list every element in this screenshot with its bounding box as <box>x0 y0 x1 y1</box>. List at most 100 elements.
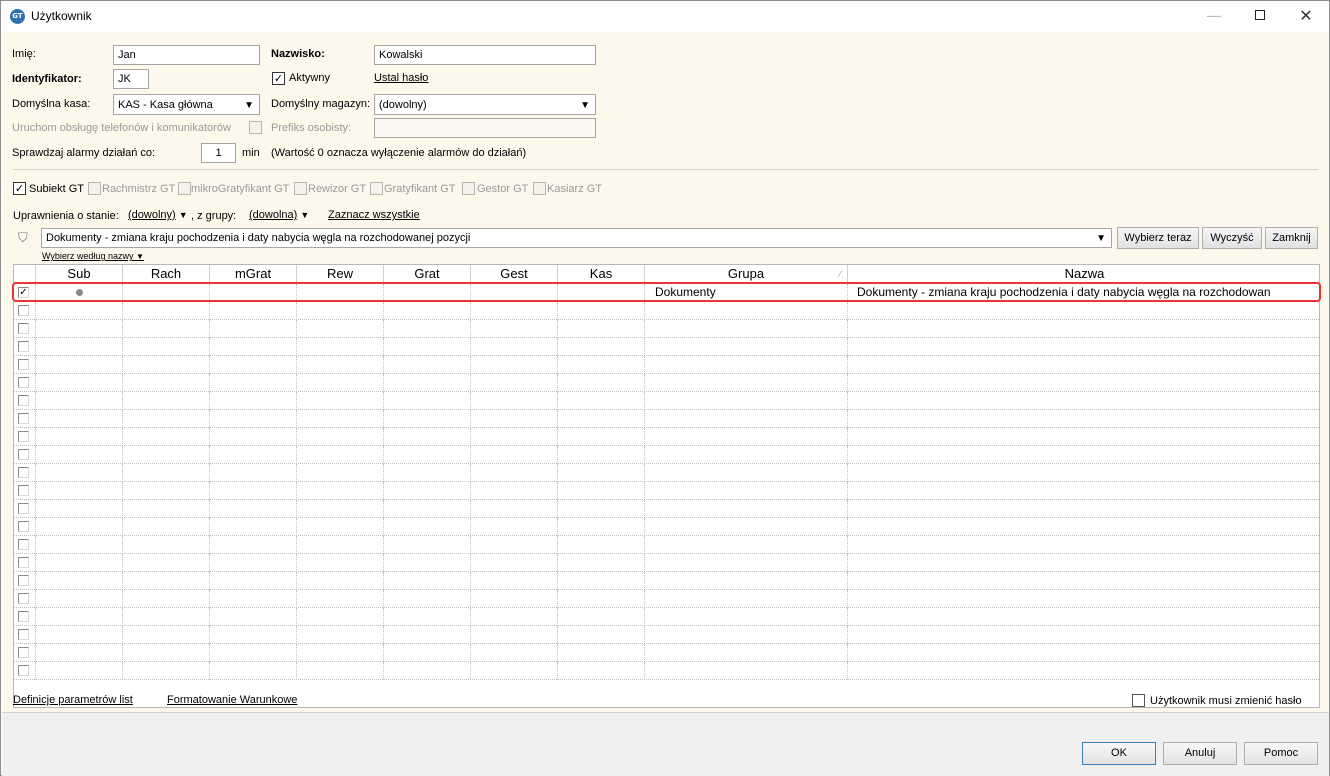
select-by-name-dropdown[interactable]: Wybierz według nazwy ▼ <box>42 251 144 261</box>
help-button[interactable]: Pomoc <box>1244 742 1318 765</box>
group-dropdown[interactable]: (dowolna) ▼ <box>249 209 309 221</box>
active-label: Aktywny <box>289 72 330 84</box>
permission-filter-combo[interactable]: Dokumenty - zmiana kraju pochodzenia i d… <box>41 228 1112 248</box>
active-checkbox[interactable]: ✓ <box>272 72 285 85</box>
row-checkbox[interactable] <box>18 467 29 478</box>
row-checkbox[interactable] <box>18 521 29 532</box>
close-window-button[interactable]: ✕ <box>1283 1 1329 32</box>
module-checkbox-gratyfikant[interactable] <box>370 182 383 195</box>
table-row[interactable] <box>14 410 1319 428</box>
list-params-link[interactable]: Definicje parametrów list <box>13 694 133 706</box>
table-row[interactable] <box>14 446 1319 464</box>
table-row[interactable] <box>14 374 1319 392</box>
table-row[interactable] <box>14 518 1319 536</box>
select-all-link[interactable]: Zaznacz wszystkie <box>328 209 420 221</box>
alarm-interval-input[interactable]: 1 <box>201 143 236 163</box>
column-header-mgrat[interactable]: mGrat <box>210 265 297 283</box>
table-cell <box>297 626 384 644</box>
column-header-rew[interactable]: Rew <box>297 265 384 283</box>
row-checkbox[interactable] <box>18 449 29 460</box>
default-cash-select[interactable]: KAS - Kasa główna ▼ <box>113 94 260 115</box>
row-checkbox[interactable] <box>18 377 29 388</box>
column-header-grupa[interactable]: Grupa ⁄ <box>645 265 848 283</box>
row-checkbox[interactable] <box>18 323 29 334</box>
row-checkbox[interactable] <box>18 611 29 622</box>
row-checkbox[interactable] <box>18 413 29 424</box>
module-checkbox-mikrogratyfikant[interactable] <box>178 182 191 195</box>
table-cell <box>36 518 123 536</box>
must-change-password-checkbox[interactable] <box>1132 694 1145 707</box>
column-header-grat[interactable]: Grat <box>384 265 471 283</box>
column-header-nazwa[interactable]: Nazwa <box>848 265 1319 283</box>
default-warehouse-select[interactable]: (dowolny) ▼ <box>374 94 596 115</box>
column-header-rach[interactable]: Rach <box>123 265 210 283</box>
minimize-button[interactable]: — <box>1191 1 1237 32</box>
module-checkbox-rewizor[interactable] <box>294 182 307 195</box>
table-cell <box>36 392 123 410</box>
column-header-kas[interactable]: Kas <box>558 265 645 283</box>
table-cell <box>384 554 471 572</box>
table-cell <box>384 392 471 410</box>
conditional-format-link[interactable]: Formatowanie Warunkowe <box>167 694 297 706</box>
table-row[interactable] <box>14 500 1319 518</box>
row-checkbox[interactable] <box>18 359 29 370</box>
table-row[interactable] <box>14 392 1319 410</box>
table-cell <box>297 518 384 536</box>
identifier-input[interactable]: JK <box>113 69 149 89</box>
table-cell <box>558 338 645 356</box>
clear-button[interactable]: Wyczyść <box>1202 227 1262 249</box>
maximize-button[interactable] <box>1237 1 1283 32</box>
row-checkbox[interactable] <box>18 539 29 550</box>
close-filter-button[interactable]: Zamknij <box>1265 227 1318 249</box>
table-row[interactable] <box>14 482 1319 500</box>
row-checkbox[interactable] <box>18 485 29 496</box>
table-row[interactable] <box>14 572 1319 590</box>
last-name-input[interactable]: Kowalski <box>374 45 596 65</box>
personal-prefix-input[interactable] <box>374 118 596 138</box>
row-checkbox[interactable] <box>18 305 29 316</box>
column-header-sub[interactable]: Sub <box>36 265 123 283</box>
column-header-gest[interactable]: Gest <box>471 265 558 283</box>
permission-state-dropdown[interactable]: (dowolny) ▼ <box>128 209 188 221</box>
header-check[interactable] <box>14 265 36 283</box>
table-row[interactable] <box>14 320 1319 338</box>
title-bar[interactable]: GT Użytkownik — ✕ <box>1 1 1329 32</box>
row-checkbox[interactable] <box>18 593 29 604</box>
module-checkbox-kasiarz[interactable] <box>533 182 546 195</box>
table-cell <box>123 302 210 320</box>
module-checkbox-rachmistrz[interactable] <box>88 182 101 195</box>
table-row[interactable] <box>14 662 1319 680</box>
table-row[interactable] <box>14 590 1319 608</box>
row-checkbox[interactable] <box>18 575 29 586</box>
table-cell <box>558 410 645 428</box>
row-checkbox[interactable] <box>18 431 29 442</box>
first-name-input[interactable]: Jan <box>113 45 260 65</box>
row-checkbox[interactable] <box>18 629 29 640</box>
table-row[interactable] <box>14 608 1319 626</box>
table-row[interactable] <box>14 644 1319 662</box>
table-row[interactable] <box>14 626 1319 644</box>
table-row[interactable] <box>14 356 1319 374</box>
table-row[interactable] <box>14 536 1319 554</box>
table-row[interactable] <box>14 338 1319 356</box>
select-now-button[interactable]: Wybierz teraz <box>1117 227 1199 249</box>
module-checkbox-subiekt[interactable]: ✓ <box>13 182 26 195</box>
table-row[interactable] <box>14 302 1319 320</box>
phone-service-checkbox[interactable] <box>249 121 262 134</box>
cancel-button[interactable]: Anuluj <box>1163 742 1237 765</box>
table-row[interactable] <box>14 554 1319 572</box>
row-checkbox[interactable] <box>18 503 29 514</box>
row-checkbox[interactable] <box>18 395 29 406</box>
row-checkbox[interactable] <box>18 665 29 676</box>
set-password-link[interactable]: Ustal hasło <box>374 72 428 84</box>
table-cell <box>297 572 384 590</box>
table-row[interactable] <box>14 428 1319 446</box>
row-checkbox[interactable] <box>18 647 29 658</box>
row-checkbox[interactable] <box>18 557 29 568</box>
row-checkbox[interactable] <box>18 341 29 352</box>
table-row[interactable] <box>14 464 1319 482</box>
table-cell <box>36 554 123 572</box>
module-checkbox-gestor[interactable] <box>462 182 475 195</box>
ok-button[interactable]: OK <box>1082 742 1156 765</box>
table-cell <box>297 392 384 410</box>
